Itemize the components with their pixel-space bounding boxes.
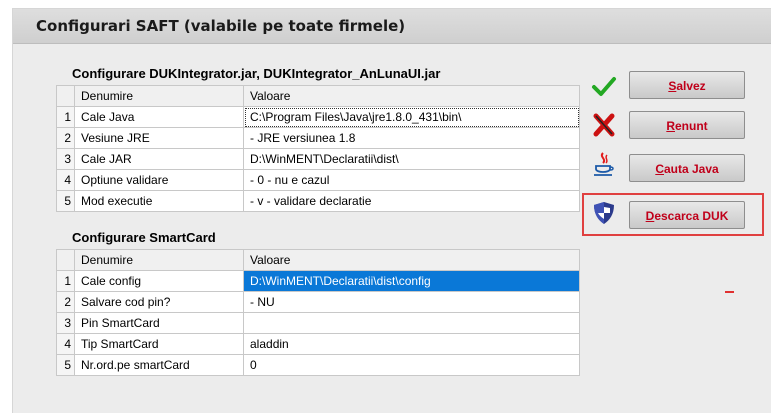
find-java-label: auta Java bbox=[663, 162, 719, 176]
cancel-hotkey: R bbox=[666, 119, 675, 133]
setting-value-field[interactable]: D:\WinMENT\Declaratii\dist\ bbox=[243, 148, 580, 170]
table-row[interactable]: 2 Salvare cod pin? - NU bbox=[56, 291, 580, 313]
duk-section-title: Configurare DUKIntegrator.jar, DUKIntegr… bbox=[72, 66, 441, 81]
setting-value-field[interactable]: 0 bbox=[243, 354, 580, 376]
setting-name: Mod executie bbox=[74, 190, 244, 212]
row-number: 4 bbox=[56, 333, 75, 355]
setting-value-field[interactable]: - 0 - nu e cazul bbox=[243, 169, 580, 191]
row-number-header bbox=[56, 85, 75, 107]
find-java-button[interactable]: Cauta Java bbox=[629, 154, 745, 182]
table-row[interactable]: 1 Cale Java C:\Program Files\Java\jre1.8… bbox=[56, 106, 580, 128]
column-header-denumire: Denumire bbox=[74, 249, 244, 271]
save-label: alvez bbox=[676, 79, 706, 93]
dialog-title: Configurari SAFT (valabile pe toate firm… bbox=[36, 17, 406, 35]
red-dash-mark bbox=[725, 291, 734, 293]
setting-name: Cale JAR bbox=[74, 148, 244, 170]
row-number: 1 bbox=[56, 270, 75, 292]
smartcard-config-table: Denumire Valoare 1 Cale config D:\WinMEN… bbox=[56, 249, 580, 376]
setting-name: Nr.ord.pe smartCard bbox=[74, 354, 244, 376]
setting-name: Tip SmartCard bbox=[74, 333, 244, 355]
setting-name: Pin SmartCard bbox=[74, 312, 244, 334]
row-number: 2 bbox=[56, 291, 75, 313]
setting-value-field[interactable]: - NU bbox=[243, 291, 580, 313]
setting-name: Vesiune JRE bbox=[74, 127, 244, 149]
duk-config-table: Denumire Valoare 1 Cale Java C:\Program … bbox=[56, 85, 580, 212]
setting-name: Salvare cod pin? bbox=[74, 291, 244, 313]
table-row[interactable]: 5 Nr.ord.pe smartCard 0 bbox=[56, 354, 580, 376]
row-number: 3 bbox=[56, 312, 75, 334]
setting-value-field[interactable] bbox=[243, 312, 580, 334]
column-header-valoare: Valoare bbox=[243, 85, 580, 107]
table-row[interactable]: 3 Pin SmartCard bbox=[56, 312, 580, 334]
row-number: 3 bbox=[56, 148, 75, 170]
red-x-icon bbox=[591, 112, 617, 138]
row-number: 4 bbox=[56, 169, 75, 191]
setting-value-field[interactable]: aladdin bbox=[243, 333, 580, 355]
cancel-button[interactable]: Renunt bbox=[629, 111, 745, 139]
setting-value-field[interactable]: - JRE versiunea 1.8 bbox=[243, 127, 580, 149]
row-number: 1 bbox=[56, 106, 75, 128]
setting-value-field[interactable]: - v - validare declaratie bbox=[243, 190, 580, 212]
smartcard-section-title: Configurare SmartCard bbox=[72, 230, 216, 245]
table-row[interactable]: 5 Mod executie - v - validare declaratie bbox=[56, 190, 580, 212]
table-row[interactable]: 4 Optiune validare - 0 - nu e cazul bbox=[56, 169, 580, 191]
cancel-label: enunt bbox=[675, 119, 708, 133]
setting-value-field[interactable]: C:\Program Files\Java\jre1.8.0_431\bin\ bbox=[243, 106, 580, 128]
setting-name: Cale config bbox=[74, 270, 244, 292]
highlight-box bbox=[582, 193, 764, 236]
dialog-title-bar: Configurari SAFT (valabile pe toate firm… bbox=[13, 9, 771, 44]
column-header-valoare: Valoare bbox=[243, 249, 580, 271]
column-header-denumire: Denumire bbox=[74, 85, 244, 107]
setting-name: Cale Java bbox=[74, 106, 244, 128]
java-cup-icon bbox=[591, 151, 617, 177]
find-java-hotkey: C bbox=[655, 162, 664, 176]
setting-value-field[interactable]: D:\WinMENT\Declaratii\dist\config bbox=[243, 270, 580, 292]
table-row[interactable]: 2 Vesiune JRE - JRE versiunea 1.8 bbox=[56, 127, 580, 149]
setting-name: Optiune validare bbox=[74, 169, 244, 191]
table-row[interactable]: 1 Cale config D:\WinMENT\Declaratii\dist… bbox=[56, 270, 580, 292]
row-number: 2 bbox=[56, 127, 75, 149]
table-row[interactable]: 3 Cale JAR D:\WinMENT\Declaratii\dist\ bbox=[56, 148, 580, 170]
row-number-header bbox=[56, 249, 75, 271]
save-button[interactable]: Salvez bbox=[629, 71, 745, 99]
checkmark-icon bbox=[591, 73, 617, 99]
table-row[interactable]: 4 Tip SmartCard aladdin bbox=[56, 333, 580, 355]
row-number: 5 bbox=[56, 190, 75, 212]
row-number: 5 bbox=[56, 354, 75, 376]
